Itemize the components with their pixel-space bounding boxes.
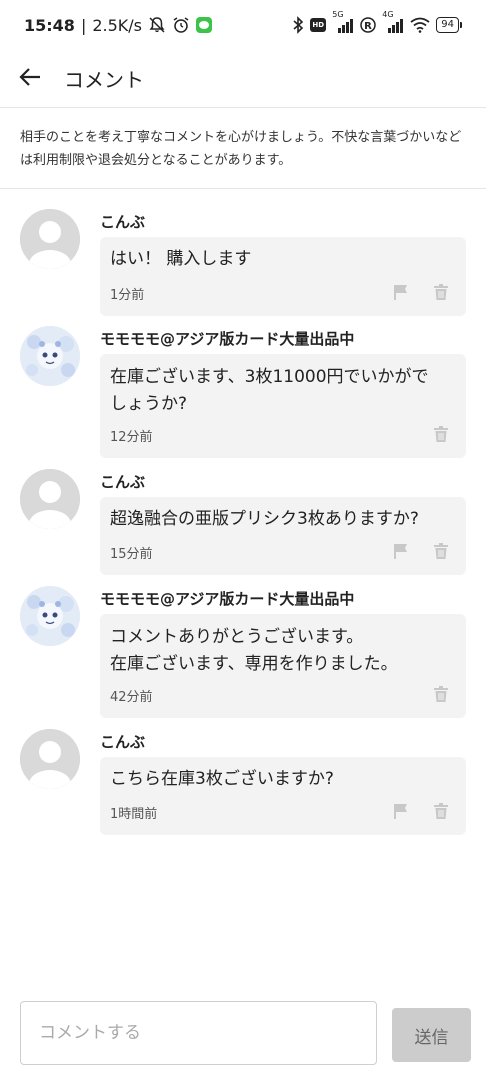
signal-5g-icon: 5G: [332, 10, 354, 33]
arrow-left-icon: [19, 67, 41, 91]
comment-input[interactable]: [20, 1001, 377, 1065]
flag-icon[interactable]: [392, 802, 410, 820]
alarm-icon: [172, 16, 190, 34]
battery-indicator: 94: [436, 17, 462, 33]
trash-icon[interactable]: [432, 283, 450, 301]
comment-text: 超逸融合の亜版プリシク3枚ありますか?: [110, 506, 460, 533]
comment-time: 1時間前: [110, 807, 158, 822]
signal-4g-label: 4G: [382, 10, 394, 19]
character-avatar-icon: [20, 326, 80, 386]
notification-off-icon: [148, 16, 166, 34]
comment-time: 12分前: [110, 430, 153, 445]
character-avatar-icon: [20, 586, 80, 646]
comment-text-line: しょうか?: [110, 394, 188, 414]
default-avatar-icon: [20, 729, 80, 789]
status-separator: |: [80, 15, 87, 35]
comment-text-line: コメントありがとうございます。: [110, 627, 364, 647]
comment-bubble: はい！ 購入します 1分前: [100, 237, 466, 316]
comment-time: 15分前: [110, 547, 153, 562]
comment-bubble: コメントありがとうございます。 在庫ございます、専用を作りました。 42分前: [100, 614, 466, 718]
avatar[interactable]: [20, 469, 80, 529]
comment-username[interactable]: こんぶ: [100, 211, 145, 232]
page-title: コメント: [64, 68, 144, 92]
comment-time: 1分前: [110, 288, 145, 303]
battery-tip: [460, 22, 462, 28]
flag-icon[interactable]: [392, 542, 410, 560]
status-bar: 15:48 | 2.5K/s HD 5G R 4G 94: [0, 0, 486, 50]
default-avatar-icon: [20, 469, 80, 529]
comment-username[interactable]: こんぶ: [100, 471, 145, 492]
signal-5g-label: 5G: [332, 10, 344, 19]
avatar[interactable]: [20, 209, 80, 269]
wifi-icon: [410, 17, 430, 33]
trash-icon[interactable]: [432, 802, 450, 820]
registered-icon: R: [360, 17, 377, 33]
comment-time: 42分前: [110, 690, 153, 705]
send-button[interactable]: 送信: [392, 1008, 471, 1062]
comment-text-line: 在庫ございます、専用を作りました。: [110, 654, 398, 674]
status-time: 15:48: [24, 15, 75, 35]
comment-guideline-notice: 相手のことを考え丁寧なコメントを心がけましょう。不快な言葉づかいなどは利用制限や…: [0, 108, 486, 189]
hd-label: HD: [312, 21, 325, 29]
signal-4g-icon: 4G: [382, 10, 404, 33]
default-avatar-icon: [20, 209, 80, 269]
avatar[interactable]: [20, 326, 80, 386]
status-right: HD 5G R 4G 94: [292, 10, 462, 34]
battery-level: 94: [436, 17, 459, 33]
network-speed: 2.5K/s: [92, 15, 142, 35]
comment-input-bar: 送信: [0, 996, 486, 1080]
line-app-icon: [196, 17, 212, 33]
comment-text: コメントありがとうございます。 在庫ございます、専用を作りました。: [110, 624, 460, 678]
trash-icon[interactable]: [432, 425, 450, 443]
comment-username[interactable]: こんぶ: [100, 731, 145, 752]
comment-text-line: はい！ 購入します: [110, 249, 252, 269]
hd-icon: HD: [310, 18, 327, 32]
comment-bubble: こちら在庫3枚ございますか? 1時間前: [100, 757, 466, 835]
avatar[interactable]: [20, 586, 80, 646]
trash-icon[interactable]: [432, 685, 450, 703]
comment-text: こちら在庫3枚ございますか?: [110, 766, 460, 793]
comment-username[interactable]: モモモモ@アジア版カード大量出品中: [100, 588, 354, 609]
trash-icon[interactable]: [432, 542, 450, 560]
comment-text: はい！ 購入します: [110, 246, 460, 273]
comment-username[interactable]: モモモモ@アジア版カード大量出品中: [100, 328, 354, 349]
app-header: コメント: [0, 50, 486, 108]
comment-bubble: 超逸融合の亜版プリシク3枚ありますか? 15分前: [100, 497, 466, 575]
status-left: 15:48 | 2.5K/s: [24, 16, 212, 35]
comment-text-line: こちら在庫3枚ございますか?: [110, 769, 334, 789]
comment-text-line: 超逸融合の亜版プリシク3枚ありますか?: [110, 509, 419, 529]
flag-icon[interactable]: [392, 283, 410, 301]
back-button[interactable]: [0, 50, 60, 108]
bluetooth-icon: [292, 16, 304, 34]
comment-text: 在庫ございます、3枚11000円でいかがで しょうか?: [110, 364, 460, 418]
comment-text-line: 在庫ございます、3枚11000円でいかがで: [110, 367, 429, 387]
comment-bubble: 在庫ございます、3枚11000円でいかがで しょうか? 12分前: [100, 354, 466, 458]
avatar[interactable]: [20, 729, 80, 789]
svg-text:R: R: [364, 21, 372, 32]
